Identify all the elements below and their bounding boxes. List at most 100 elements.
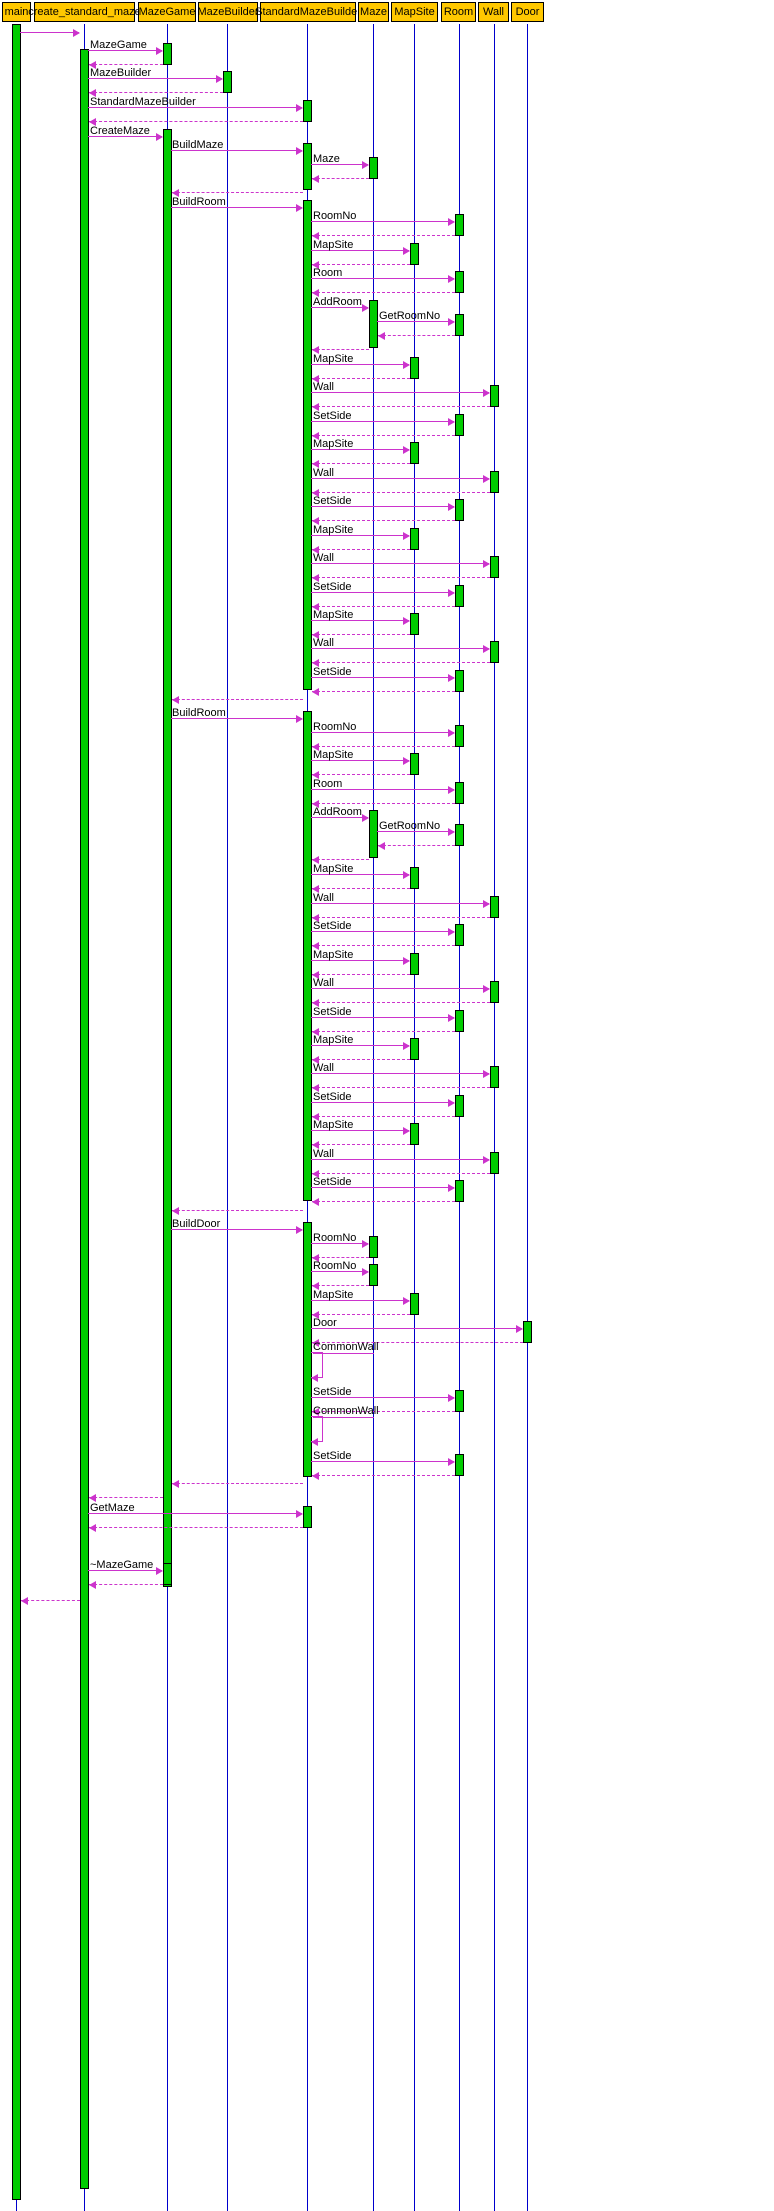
message-arrowhead: [89, 1581, 96, 1589]
message-arrowhead: [448, 928, 455, 936]
message-label: Door: [313, 1317, 337, 1329]
message-label: MazeBuilder: [90, 67, 152, 79]
participant-box-mapsite[interactable]: MapSite: [391, 2, 438, 22]
message-line: [312, 606, 455, 607]
activation-bar-create-standard-maze: [80, 49, 89, 2189]
participant-box-room[interactable]: Room: [441, 2, 476, 22]
message-arrowhead: [403, 1042, 410, 1050]
message-arrowhead: [156, 47, 163, 55]
message-arrowhead: [312, 1472, 319, 1480]
activation-bar-mapsite: [410, 1038, 419, 1060]
participant-box-maze[interactable]: Maze: [358, 2, 389, 22]
participant-box-standardmazebuilder[interactable]: StandardMazeBuilder: [255, 2, 361, 22]
message-arrowhead: [448, 503, 455, 511]
message-arrowhead: [483, 1070, 490, 1078]
message-line: [312, 1116, 455, 1117]
activation-bar-room: [455, 271, 464, 293]
message-arrowhead: [483, 645, 490, 653]
message-line: [21, 1600, 80, 1601]
participant-box-wall[interactable]: Wall: [478, 2, 509, 22]
message-arrowhead: [172, 696, 179, 704]
activation-bar-mapsite: [410, 613, 419, 635]
activation-bar-wall: [490, 1066, 499, 1088]
message-line: [312, 974, 410, 975]
message-arrowhead: [403, 617, 410, 625]
message-arrowhead: [73, 29, 80, 37]
message-arrowhead: [403, 361, 410, 369]
message-arrowhead: [483, 900, 490, 908]
message-label: MapSite: [313, 609, 354, 621]
message-arrowhead: [483, 1156, 490, 1164]
participant-box-mazebuilder[interactable]: MazeBuilder: [197, 2, 259, 22]
activation-bar-mapsite: [410, 1293, 419, 1315]
message-line: [311, 392, 489, 393]
message-line: [311, 478, 489, 479]
activation-bar-room: [455, 214, 464, 236]
message-arrowhead: [296, 1226, 303, 1234]
message-label: MapSite: [313, 239, 354, 251]
message-line: [312, 1475, 455, 1476]
lifeline-wall: [494, 24, 495, 2211]
message-line: [312, 1031, 455, 1032]
message-line: [312, 577, 490, 578]
message-label: MapSite: [313, 524, 354, 536]
activation-bar-room: [455, 585, 464, 607]
message-arrowhead: [448, 589, 455, 597]
message-line: [312, 549, 410, 550]
activation-bar-room: [455, 824, 464, 846]
message-line: [312, 264, 410, 265]
message-line: [172, 1210, 303, 1211]
activation-bar-room: [455, 1010, 464, 1032]
message-label: CreateMaze: [90, 125, 150, 137]
message-arrowhead: [296, 1510, 303, 1518]
message-arrowhead: [448, 1184, 455, 1192]
message-line: [311, 648, 489, 649]
activation-bar-door: [523, 1321, 532, 1343]
message-label: BuildMaze: [172, 139, 224, 151]
message-line: [312, 1173, 490, 1174]
message-line: [89, 1584, 163, 1585]
activation-bar-mazegame: [163, 1563, 172, 1585]
message-arrowhead: [312, 688, 319, 696]
message-label: MapSite: [313, 1289, 354, 1301]
lifeline-door: [527, 24, 528, 2211]
participant-box-door[interactable]: Door: [511, 2, 544, 22]
message-label: SetSide: [313, 1176, 352, 1188]
participant-box-main[interactable]: main: [2, 2, 31, 22]
message-line: [20, 32, 79, 33]
message-arrowhead: [448, 674, 455, 682]
message-arrowhead: [172, 1207, 179, 1215]
message-line: [312, 662, 490, 663]
message-arrowhead: [89, 1524, 96, 1532]
message-arrowhead: [21, 1597, 28, 1605]
message-line: [312, 1201, 455, 1202]
activation-bar-maze: [369, 810, 378, 858]
activation-bar-maze: [369, 300, 378, 348]
message-arrowhead: [378, 842, 385, 850]
message-label: AddRoom: [313, 806, 362, 818]
activation-bar-standardmazebuilder: [303, 100, 312, 122]
participant-box-create-standard-maze[interactable]: create_standard_maze: [28, 2, 141, 22]
activation-bar-room: [455, 1390, 464, 1412]
message-line: [311, 1328, 522, 1329]
participant-box-mazegame[interactable]: MazeGame: [138, 2, 196, 22]
message-arrowhead: [403, 1127, 410, 1135]
message-label: StandardMazeBuilder: [90, 96, 196, 108]
message-line: [312, 1059, 410, 1060]
activation-bar-room: [455, 725, 464, 747]
activation-bar-mazegame: [163, 129, 172, 1587]
message-arrowhead: [448, 1394, 455, 1402]
self-message-arrowhead: [311, 1374, 318, 1382]
message-arrowhead: [362, 161, 369, 169]
activation-bar-room: [455, 1095, 464, 1117]
message-arrowhead: [172, 1480, 179, 1488]
activation-bar-mapsite: [410, 867, 419, 889]
activation-bar-wall: [490, 896, 499, 918]
message-line: [312, 520, 455, 521]
message-arrowhead: [448, 1458, 455, 1466]
activation-bar-mapsite: [410, 1123, 419, 1145]
activation-bar-wall: [490, 641, 499, 663]
message-line: [89, 64, 163, 65]
activation-bar-standardmazebuilder: [303, 200, 312, 690]
message-line: [312, 292, 455, 293]
